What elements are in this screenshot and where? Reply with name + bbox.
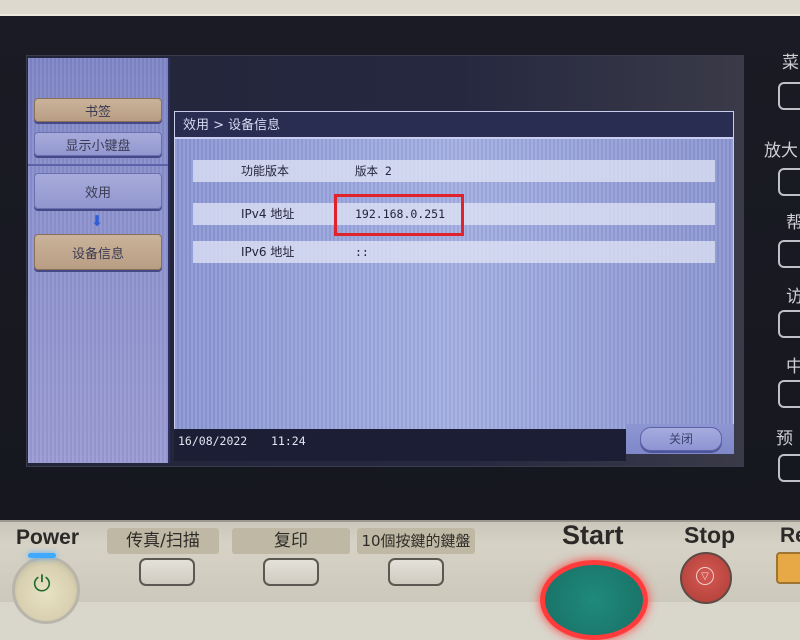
hw-key-interrupt[interactable] — [778, 380, 800, 408]
show-keypad-button[interactable]: 显示小键盘 — [34, 132, 162, 156]
power-label: Power — [16, 526, 80, 549]
sidebar: 书签 显示小键盘 效用 ⬇ 设备信息 — [28, 58, 170, 463]
breadcrumb: 效用 > 设备信息 — [175, 112, 733, 139]
reset-button[interactable] — [776, 552, 800, 584]
row-label: IPv4 地址 — [241, 207, 295, 221]
hw-key-help[interactable] — [778, 240, 800, 268]
stop-label: Stop — [684, 522, 736, 548]
info-row-ipv4: IPv4 地址 192.168.0.251 — [193, 203, 715, 225]
hw-label-help: 帮 — [786, 213, 800, 233]
info-row-function-version: 功能版本 版本 2 — [193, 160, 715, 182]
hw-key-zoom[interactable] — [778, 168, 800, 196]
hw-label-menu: 菜 — [782, 53, 799, 73]
power-icon: ⏻ — [33, 572, 51, 597]
utility-button[interactable]: 效用 — [34, 173, 162, 209]
sidebar-divider — [28, 164, 168, 166]
down-arrow-icon: ⬇ — [90, 212, 104, 230]
hw-key-menu[interactable] — [778, 82, 800, 110]
status-date: 16/08/2022 — [178, 434, 248, 448]
fax-scan-button[interactable] — [139, 558, 195, 586]
row-value: 192.168.0.251 — [355, 207, 446, 221]
start-label: Start — [562, 520, 624, 550]
hw-label-zoom: 放大 — [764, 141, 798, 161]
status-time: 11:24 — [271, 434, 306, 448]
copy-button[interactable] — [263, 558, 319, 586]
stop-button[interactable]: ▽ — [680, 552, 732, 604]
bookmark-label: 书签 — [84, 104, 111, 120]
hardware-right-keys: 菜 放大 帮 访 中 预 — [758, 40, 800, 500]
device-info-button[interactable]: 设备信息 — [34, 234, 162, 270]
tenkey-label: 10個按鍵的鍵盤 — [357, 528, 475, 554]
bookmark-button[interactable]: 书签 — [34, 98, 162, 122]
start-button[interactable] — [540, 560, 648, 640]
device-casing-top — [0, 0, 800, 14]
device-info-dialog: 效用 > 设备信息 功能版本 版本 2 IPv4 地址 192.168.0.25… — [174, 111, 734, 431]
tenkey-button[interactable] — [388, 558, 444, 586]
info-row-ipv6: IPv6 地址 :: — [193, 241, 715, 263]
close-button[interactable]: 关闭 — [640, 427, 722, 451]
row-value: :: — [355, 245, 369, 259]
row-value: 版本 2 — [355, 164, 392, 178]
hw-label-interrupt: 中 — [786, 357, 800, 377]
row-label: 功能版本 — [241, 164, 290, 178]
reset-label: Re — [780, 524, 800, 547]
hw-label-preview: 预 — [776, 429, 793, 449]
stop-icon: ▽ — [696, 567, 714, 585]
utility-label: 效用 — [84, 185, 111, 201]
show-keypad-label: 显示小键盘 — [65, 138, 131, 154]
hw-key-preview[interactable] — [778, 454, 800, 482]
fax-scan-label: 传真/扫描 — [107, 528, 219, 554]
device-info-label: 设备信息 — [71, 246, 124, 262]
copy-label: 复印 — [232, 528, 350, 554]
power-led-icon — [28, 553, 56, 558]
close-area: 关闭 — [626, 424, 734, 454]
status-bar: 16/08/2022 11:24 — [174, 429, 626, 461]
hw-key-access[interactable] — [778, 310, 800, 338]
row-label: IPv6 地址 — [241, 245, 295, 259]
hw-label-access: 访 — [786, 287, 800, 307]
